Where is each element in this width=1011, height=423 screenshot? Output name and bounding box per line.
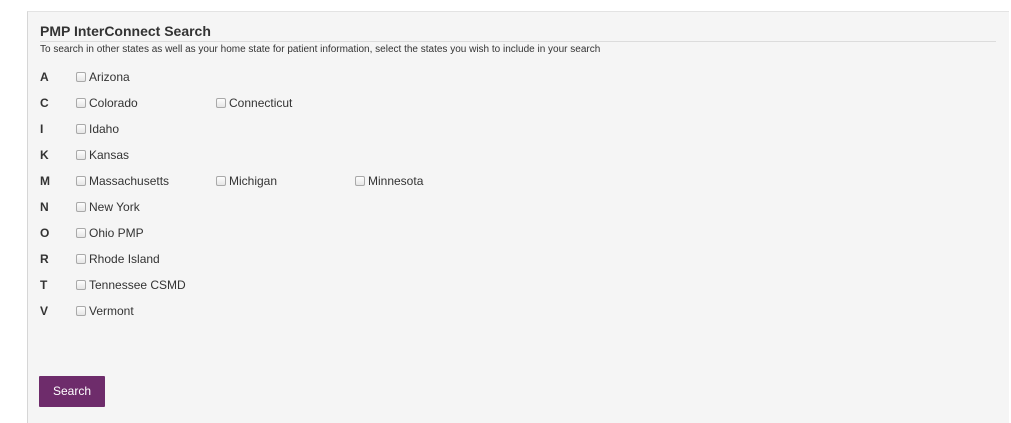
state-checkbox[interactable] <box>76 202 86 212</box>
group-letter: N <box>40 200 49 214</box>
state-label: Rhode Island <box>89 252 160 266</box>
state-checkbox[interactable] <box>216 98 226 108</box>
state-checkbox[interactable] <box>76 254 86 264</box>
state-option-rhode-island[interactable]: Rhode Island <box>76 250 160 268</box>
state-option-minnesota[interactable]: Minnesota <box>355 172 423 190</box>
search-button[interactable]: Search <box>39 376 105 407</box>
state-label: Michigan <box>229 174 278 188</box>
state-label: Massachusetts <box>89 174 170 188</box>
state-label: Connecticut <box>229 96 293 110</box>
state-option-tennessee-csmd[interactable]: Tennessee CSMD <box>76 276 186 294</box>
panel-instructions: To search in other states as well as you… <box>40 44 601 55</box>
interconnect-search-panel: PMP InterConnect Search To search in oth… <box>27 11 1009 423</box>
state-checkbox[interactable] <box>76 280 86 290</box>
title-divider <box>40 41 996 42</box>
group-letter: T <box>40 278 48 292</box>
state-option-connecticut[interactable]: Connecticut <box>216 94 292 112</box>
group-letter: M <box>40 174 50 188</box>
state-option-massachusetts[interactable]: Massachusetts <box>76 172 169 190</box>
state-label: New York <box>89 200 140 214</box>
group-letter: K <box>40 148 49 162</box>
group-letter: R <box>40 252 49 266</box>
state-checkbox[interactable] <box>76 98 86 108</box>
state-label: Vermont <box>89 304 134 318</box>
state-option-idaho[interactable]: Idaho <box>76 120 119 138</box>
state-label: Colorado <box>89 96 138 110</box>
state-checkbox[interactable] <box>76 150 86 160</box>
state-checkbox[interactable] <box>76 176 86 186</box>
state-option-colorado[interactable]: Colorado <box>76 94 138 112</box>
state-checkbox[interactable] <box>216 176 226 186</box>
state-label: Ohio PMP <box>89 226 144 240</box>
state-option-vermont[interactable]: Vermont <box>76 302 134 320</box>
group-letter: C <box>40 96 49 110</box>
state-checkbox[interactable] <box>355 176 365 186</box>
state-label: Minnesota <box>368 174 424 188</box>
group-letter: V <box>40 304 49 318</box>
state-option-arizona[interactable]: Arizona <box>76 68 130 86</box>
group-letter: O <box>40 226 50 240</box>
panel-title: PMP InterConnect Search <box>40 23 211 39</box>
group-letter: A <box>40 70 49 84</box>
state-option-michigan[interactable]: Michigan <box>216 172 277 190</box>
state-checkbox[interactable] <box>76 228 86 238</box>
state-label: Kansas <box>89 148 130 162</box>
state-checkbox[interactable] <box>76 72 86 82</box>
state-checkbox[interactable] <box>76 306 86 316</box>
state-label: Idaho <box>89 122 120 136</box>
state-label: Arizona <box>89 70 130 84</box>
state-option-ohio-pmp[interactable]: Ohio PMP <box>76 224 144 242</box>
state-option-new-york[interactable]: New York <box>76 198 140 216</box>
state-label: Tennessee CSMD <box>89 278 186 292</box>
group-letter: I <box>40 122 44 136</box>
state-option-kansas[interactable]: Kansas <box>76 146 129 164</box>
state-checkbox[interactable] <box>76 124 86 134</box>
